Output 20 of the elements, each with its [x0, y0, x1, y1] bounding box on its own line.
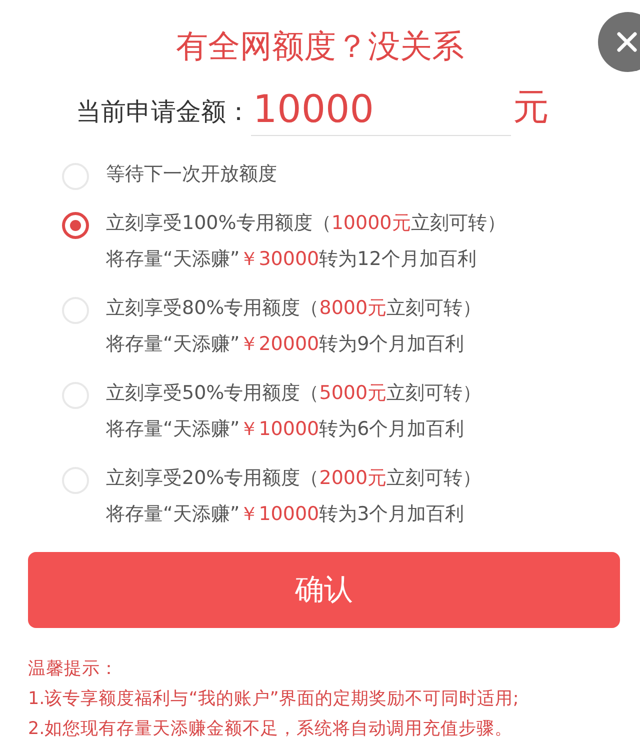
tip-text: 温馨提示：: [28, 658, 119, 681]
tip-text: 2.如您现有存量天添赚金额不足，系统将自动调用充值步骤。: [28, 718, 514, 741]
radio-button[interactable]: [62, 212, 89, 239]
option-detail: 将存量“天添赚”￥30000转为12个月加百利: [106, 247, 478, 272]
option-detail: 将存量“天添赚”￥20000转为9个月加百利: [106, 332, 466, 357]
tip-text: 1.该专享额度福利与“我的账户”界面的定期奖励不可同时适用;: [28, 688, 520, 711]
option-label: 立刻享受50%专用额度（5000元立刻可转）: [106, 381, 482, 406]
close-button[interactable]: [598, 12, 640, 72]
option-detail: 将存量“天添赚”￥10000转为3个月加百利: [106, 502, 466, 527]
unit-label: 元: [513, 86, 549, 130]
confirm-button[interactable]: 确认: [28, 552, 620, 628]
dialog-title: 有全网额度？没关系: [176, 26, 464, 66]
option-label: 立刻享受100%专用额度（10000元立刻可转）: [106, 211, 506, 236]
option-label: 等待下一次开放额度: [106, 162, 277, 187]
option-detail: 将存量“天添赚”￥10000转为6个月加百利: [106, 417, 466, 442]
amount-field[interactable]: 10000: [251, 87, 511, 136]
option-label: 立刻享受80%专用额度（8000元立刻可转）: [106, 296, 482, 321]
option-label: 立刻享受20%专用额度（2000元立刻可转）: [106, 466, 482, 491]
close-icon: [616, 31, 638, 53]
amount-label: 当前申请金额：: [76, 96, 251, 128]
